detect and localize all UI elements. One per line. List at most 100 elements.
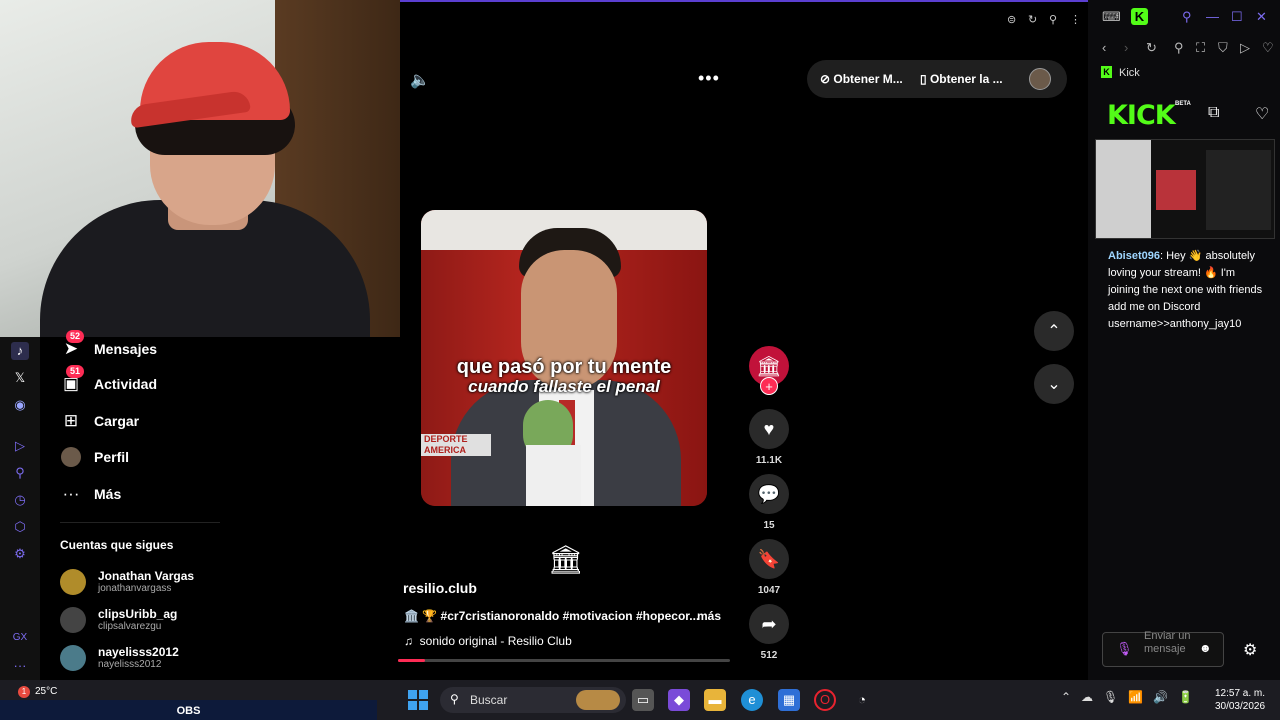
heart-icon: ♥ <box>763 418 775 439</box>
nav-label: Actividad <box>94 376 158 392</box>
pin-icon[interactable]: ⚲ <box>11 464 29 482</box>
maximize-icon[interactable]: ☐ <box>1231 9 1243 25</box>
more-icon[interactable]: ··· <box>11 657 29 675</box>
crop-icon[interactable]: ⛶ <box>1196 40 1205 56</box>
gamepad-icon[interactable]: ⌨ <box>1102 9 1121 25</box>
store-icon[interactable]: ▦ <box>778 689 800 711</box>
save-button[interactable]: 🔖 <box>749 539 789 579</box>
edge-icon[interactable]: e <box>741 689 763 711</box>
nav-mensajes[interactable]: ➤ 52 Mensajes <box>60 330 158 361</box>
comment-icon: 💬 <box>757 483 781 504</box>
minimize-icon[interactable]: — <box>1206 9 1219 24</box>
nav-cargar[interactable]: ⊞ Cargar <box>60 409 139 433</box>
video-description: 🏛️ 🏆 #cr7cristianoronaldo #motivacion #h… <box>404 609 700 623</box>
emoji-icon[interactable]: ☻ <box>1199 641 1212 655</box>
video-caption-line1: que pasó por tu mente <box>456 356 672 378</box>
taskbar-clock[interactable]: 12:57 a. m. 30/03/2026 <box>1210 687 1270 713</box>
nav-actividad[interactable]: ▣ 51 Actividad <box>60 365 158 396</box>
chat-username[interactable]: Abiset096 <box>1108 250 1160 262</box>
nav-mas[interactable]: ··· Más <box>60 482 122 506</box>
player-icon[interactable]: ▷ <box>11 437 29 455</box>
more-link[interactable]: más <box>697 609 721 623</box>
creator-temple-icon: 🏛 <box>548 544 584 575</box>
following-account[interactable]: Jonathan Vargas jonathanvargass <box>60 567 194 597</box>
system-tray[interactable]: ⌃ ☁ 🎙 📶 🔊 🔋 <box>1061 690 1193 704</box>
kick-favicon: K <box>1101 66 1112 78</box>
bookmark-icon: 🔖 <box>757 548 781 569</box>
tiktok-icon[interactable]: ♪ <box>11 342 29 360</box>
taskbar-search[interactable]: ⚲ Buscar <box>440 687 626 713</box>
weather-widget[interactable]: 1 25°C <box>18 686 57 698</box>
nav-perfil[interactable]: Perfil <box>60 445 129 469</box>
extensions-icon[interactable]: ⬡ <box>11 518 29 536</box>
video-caption-line2: cuando fallaste el penal <box>468 377 660 396</box>
like-button[interactable]: ♥ <box>749 409 789 449</box>
kick-extension-icon[interactable]: K <box>1131 8 1148 25</box>
avatar <box>60 607 86 633</box>
task-view-icon[interactable]: ▭ <box>632 689 654 711</box>
progress-fill <box>398 659 425 662</box>
volume-icon[interactable]: 🔈 <box>410 70 430 90</box>
windows-start-icon[interactable] <box>408 690 428 710</box>
reload-icon[interactable]: ↻ <box>1146 40 1157 56</box>
popout-icon[interactable]: ⧉ <box>1208 104 1219 122</box>
history-icon[interactable]: ◷ <box>11 491 29 509</box>
share-count: 512 <box>760 650 778 661</box>
comment-count: 15 <box>763 520 775 531</box>
follow-button[interactable]: + <box>760 377 778 395</box>
obs-app-icon[interactable]: ◔ <box>851 689 873 711</box>
save-count: 1047 <box>757 585 781 596</box>
obs-label[interactable]: OBS <box>0 700 377 720</box>
get-coins-button[interactable]: ⊘ Obtener M... <box>820 72 903 86</box>
preview-video <box>1156 170 1196 210</box>
back-icon[interactable]: ‹ <box>1102 40 1106 55</box>
shield-icon[interactable]: ⛉ <box>1218 40 1228 56</box>
kick-stream-preview[interactable] <box>1095 139 1275 239</box>
get-app-button[interactable]: ▯ Obtener la ... <box>920 72 1003 86</box>
x-icon[interactable]: 𝕏 <box>11 369 29 387</box>
account-username: clipsalvarezgu <box>98 620 162 632</box>
nav-label: Mensajes <box>94 341 158 357</box>
chat-text: : Hey 👋 absolutely loving your stream! 🔥… <box>1108 250 1263 330</box>
reload-icon[interactable]: ↻ <box>1028 13 1037 26</box>
pin-icon[interactable]: ⚲ <box>1174 40 1184 56</box>
next-video-button[interactable]: ⌄ <box>1034 364 1074 404</box>
follow-heart-icon[interactable]: ♡ <box>1255 104 1269 124</box>
sound-label: sonido original - Resilio Club <box>419 634 572 648</box>
user-avatar[interactable] <box>1029 68 1051 90</box>
copilot-icon[interactable]: ◆ <box>668 689 690 711</box>
share-button[interactable]: ➦ <box>749 604 789 644</box>
chat-message: Abiset096: Hey 👋 absolutely loving your … <box>1108 248 1268 333</box>
discord-icon[interactable]: ◉ <box>11 396 29 414</box>
account-username: nayelisss2012 <box>98 658 162 670</box>
settings-gear-icon[interactable]: ⚙ <box>11 545 29 563</box>
file-explorer-icon[interactable]: ▬ <box>704 689 726 711</box>
video-progress-bar[interactable] <box>398 659 730 662</box>
microphone-icon[interactable]: 🎙 <box>1116 641 1133 657</box>
following-account[interactable]: nayelisss2012 nayelisss2012 <box>60 643 179 673</box>
account-username: jonathanvargass <box>98 582 172 594</box>
chat-settings-icon[interactable]: ⚙ <box>1243 640 1257 660</box>
close-icon[interactable]: ✕ <box>1256 9 1267 25</box>
preview-chat <box>1206 150 1271 230</box>
search-icon[interactable]: ⚲ <box>1182 9 1192 25</box>
comment-button[interactable]: 💬 <box>749 474 789 514</box>
play-icon[interactable]: ▷ <box>1240 40 1250 56</box>
opera-gx-icon[interactable]: O <box>814 689 836 711</box>
pin-icon[interactable]: ⚲ <box>1049 13 1057 26</box>
search-placeholder: Buscar <box>470 693 508 707</box>
sound-link[interactable]: ♫ sonido original - Resilio Club <box>404 634 572 648</box>
nav-label: Más <box>94 486 122 502</box>
forward-icon[interactable]: › <box>1124 40 1128 55</box>
creator-name[interactable]: resilio.club <box>403 580 477 596</box>
previous-video-button[interactable]: ⌃ <box>1034 311 1074 351</box>
more-options-icon[interactable]: ••• <box>698 68 720 89</box>
menu-dots-icon[interactable]: ⋮ <box>1070 13 1081 26</box>
share-icon: ➦ <box>761 613 777 634</box>
gx-icon[interactable]: GX <box>11 629 29 647</box>
kick-logo[interactable]: KICK <box>1107 100 1176 131</box>
nav-label: Perfil <box>94 449 130 465</box>
heart-outline-icon[interactable]: ♡ <box>1262 40 1274 56</box>
following-account[interactable]: clipsUribb_ag clipsalvarezgu <box>60 605 177 635</box>
ad-block-icon[interactable]: ⊜ <box>1007 13 1016 26</box>
